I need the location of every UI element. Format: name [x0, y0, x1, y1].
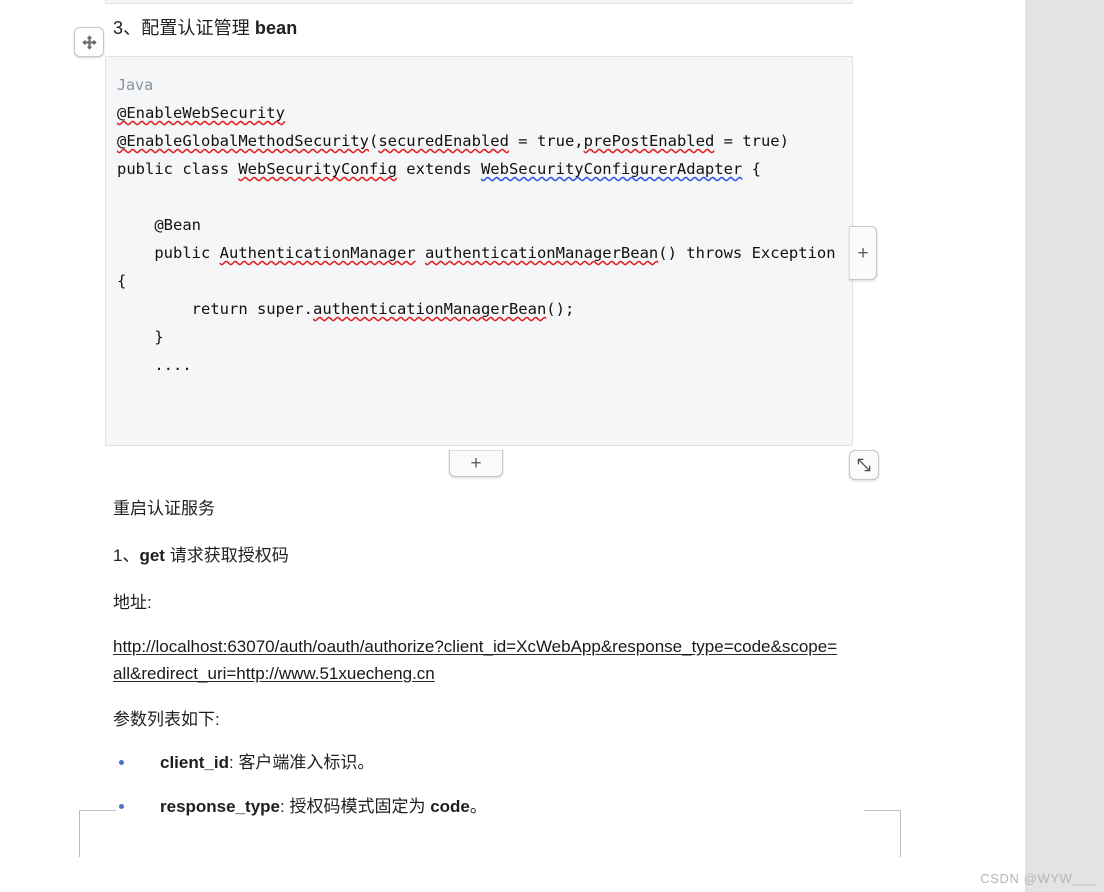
section-heading-text: 配置认证管理: [141, 18, 255, 38]
address-label: 地址:: [113, 593, 152, 612]
code-block[interactable]: Java @EnableWebSecurity @EnableGlobalMet…: [105, 56, 853, 446]
insert-column-plus-icon: +: [857, 242, 869, 264]
watermark: CSDN @WYW___: [980, 871, 1096, 886]
param-separator: :: [280, 797, 285, 816]
param-description: 客户端准入标识。: [238, 753, 375, 772]
bullet-icon: [119, 804, 124, 809]
authorize-url-text: http://localhost:63070/auth/oauth/author…: [113, 637, 838, 683]
move-handle-icon[interactable]: [74, 27, 104, 57]
bullet-icon: [119, 760, 124, 765]
restart-service-paragraph: 重启认证服务: [113, 499, 215, 518]
document-canvas: 3、配置认证管理 bean Java @EnableWebSecurity @E…: [0, 0, 1025, 892]
body-text-section: 重启认证服务 1、get 请求获取授权码 地址: http://localhos…: [113, 496, 883, 838]
page-corner-mark-bottom-left: [79, 810, 116, 857]
list-item: response_type: 授权码模式固定为 code。: [113, 794, 883, 819]
section-heading-bold-tail: bean: [254, 18, 298, 38]
authorize-url[interactable]: http://localhost:63070/auth/oauth/author…: [113, 633, 843, 687]
insert-row-plus-icon: +: [470, 453, 482, 474]
code-content[interactable]: @EnableWebSecurity @EnableGlobalMethodSe…: [116, 99, 842, 379]
parameter-list: client_id: 客户端准入标识。 response_type: 授权码模式…: [113, 750, 883, 819]
section-heading: 3、配置认证管理 bean: [113, 16, 873, 40]
insert-column-button[interactable]: +: [849, 226, 877, 280]
document-body: 3、配置认证管理 bean: [113, 0, 873, 40]
param-term: response_type: [160, 797, 280, 816]
param-description-pre: 授权码模式固定为: [289, 797, 431, 816]
section-heading-number: 3、: [113, 18, 142, 38]
param-description-code: code: [430, 797, 470, 816]
param-description-post: 。: [469, 797, 487, 816]
right-gutter: [1025, 0, 1104, 892]
code-language-label: Java: [117, 76, 154, 94]
params-intro: 参数列表如下:: [113, 710, 220, 729]
param-term: client_id: [160, 753, 229, 772]
step-one-paragraph: 1、get 请求获取授权码: [113, 543, 883, 568]
resize-handle-icon[interactable]: [849, 450, 879, 480]
insert-row-button[interactable]: +: [449, 450, 503, 477]
param-separator: :: [228, 753, 234, 772]
step-one-method: get: [139, 546, 165, 565]
step-one-rest: 请求获取授权码: [164, 546, 289, 565]
list-item: client_id: 客户端准入标识。: [113, 750, 883, 775]
step-one-number: 1、: [113, 546, 140, 565]
